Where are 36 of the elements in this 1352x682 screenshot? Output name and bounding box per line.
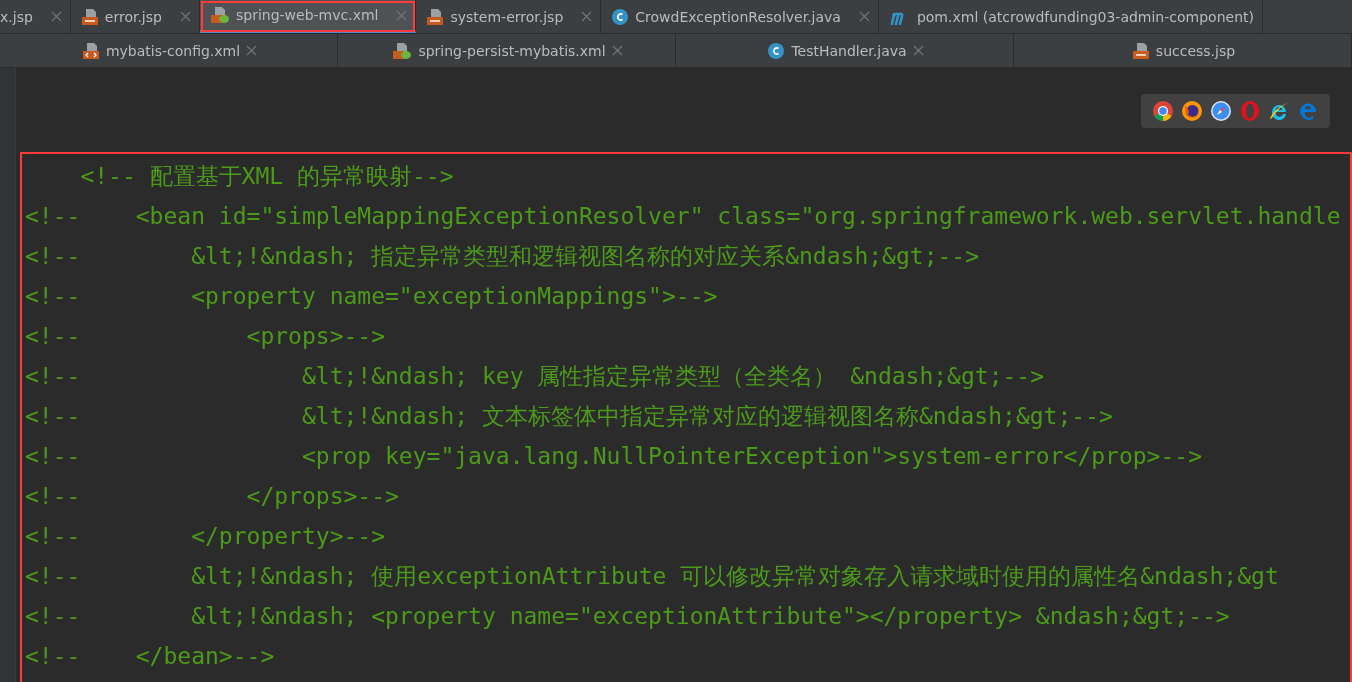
jsp-file-icon [426,7,445,26]
code-line: <!-- &lt;!&ndash; 使用exceptionAttribute 可以修改异常对象存入请求域时使用的属性名&ndash;&gt [25,562,1280,591]
close-icon[interactable] [179,11,191,22]
close-icon[interactable] [246,45,258,56]
code-line: <!-- </bean>--> [25,642,276,671]
close-icon[interactable] [581,11,593,22]
close-icon[interactable] [396,9,408,21]
code-line: <!-- <property name="exceptionMappings">--> [25,282,719,311]
code-line: <!-- &lt;!&ndash; 文本标签体中指定异常对应的逻辑视图名称&ndash;&gt;--> [25,402,1114,431]
class-icon [611,7,630,26]
editor-tab[interactable]: x.jsp [0,0,71,33]
code-line: <!-- &lt;!&ndash; <property name="exceptionAttribute"></property> &ndash;&gt;--> [25,602,1231,631]
close-icon[interactable] [858,11,870,22]
chrome-icon[interactable] [1152,100,1174,122]
jsp-file-icon [80,7,99,26]
close-icon[interactable] [50,11,62,22]
code-line: <!-- <bean id="simpleMappingExceptionResolver" class="org.springframework.web.servlet.handle [25,202,1342,231]
opera-icon[interactable] [1239,100,1261,122]
code-line: <!-- <props>--> [25,322,387,351]
code-line: <!-- 配置基于XML 的异常映射--> [79,162,455,191]
jsp-file-icon [1131,41,1150,60]
spring-file-icon [209,6,230,24]
firefox-icon[interactable] [1181,100,1203,122]
close-icon[interactable] [912,45,924,56]
close-icon[interactable] [611,45,623,56]
edge-icon[interactable] [1297,100,1319,122]
code-line: <!-- </props>--> [25,482,400,511]
code-line: <!-- </property>--> [25,522,387,551]
spring-file-icon [392,41,413,60]
code-line: <!-- &lt;!&ndash; key 属性指定异常类型（全类名） &ndash;&gt;--> [25,362,1046,391]
editor-tab[interactable]: spring-web-mvc.xml [199,0,417,33]
code-line: <!-- &lt;!&ndash; 指定异常类型和逻辑视图名称的对应关系&ndash;&gt;--> [25,242,981,271]
class-icon [767,41,786,60]
xml-file-icon [81,41,100,60]
code-line: <!-- <prop key="java.lang.NullPointerException">system-error</prop>--> [25,442,1203,471]
compass-icon[interactable] [1210,100,1232,122]
